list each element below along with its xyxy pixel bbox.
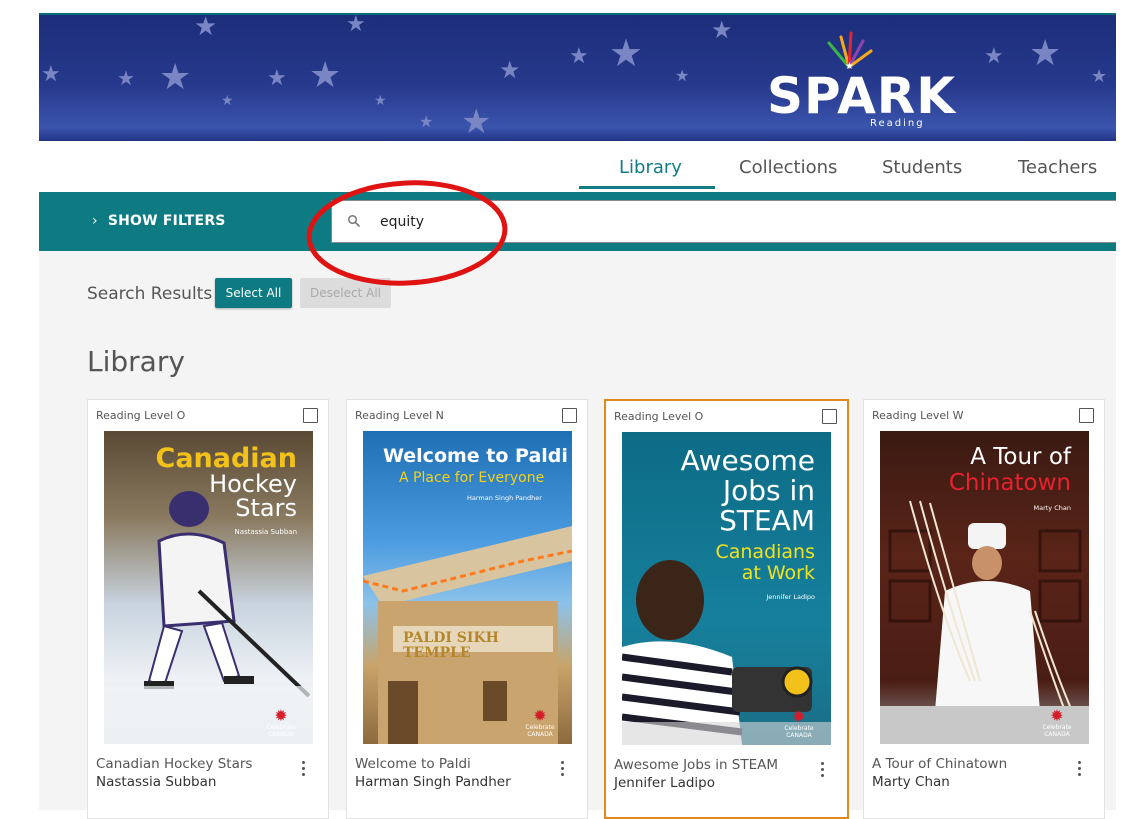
more-options-icon[interactable]: [1078, 761, 1082, 777]
show-filters-label: SHOW FILTERS: [107, 213, 226, 229]
active-tab-indicator: [579, 186, 715, 189]
cover-title-line: Awesome: [680, 444, 815, 477]
search-icon: [347, 214, 360, 227]
filter-bar: › SHOW FILTERS: [39, 192, 1116, 251]
more-options-icon[interactable]: [561, 761, 565, 777]
star-icon: ★: [194, 13, 218, 41]
content-area: Search Results Select All Deselect All L…: [39, 251, 1116, 819]
cover-title-line: Welcome to Paldi: [383, 445, 568, 467]
book-cover[interactable]: Welcome to Paldi A Place for Everyone Ha…: [363, 431, 572, 744]
celebrate-canada-badge: ✹ Celebrate CANADA: [522, 706, 558, 739]
tab-collections[interactable]: Collections: [739, 157, 837, 178]
book-author: Jennifer Ladipo: [614, 775, 715, 791]
deselect-all-button[interactable]: Deselect All: [300, 278, 391, 308]
maple-leaf-icon: ✹: [533, 706, 547, 725]
main-nav: Library Collections Students Teachers: [39, 141, 1116, 192]
star-icon: ★: [984, 43, 1004, 68]
library-heading: Library: [87, 344, 185, 378]
book-card[interactable]: Reading Level W A Tour of Chinatown Mart…: [863, 399, 1105, 819]
star-icon: ★: [346, 13, 366, 36]
logo-subtitle: Reading: [870, 118, 925, 129]
book-author: Marty Chan: [872, 774, 950, 790]
celebrate-canada-badge: ✹ Celebrate CANADA: [263, 706, 299, 739]
book-checkbox[interactable]: [303, 408, 318, 423]
search-results-label: Search Results: [87, 284, 213, 304]
book-card[interactable]: Reading Level N Welcome to Paldi A Place…: [346, 399, 588, 819]
select-all-button[interactable]: Select All: [215, 278, 292, 308]
book-title[interactable]: A Tour of Chinatown: [872, 756, 1007, 772]
star-icon: ★: [1029, 32, 1062, 73]
book-checkbox[interactable]: [822, 409, 837, 424]
search-input[interactable]: [380, 210, 980, 234]
star-icon: ★: [675, 68, 690, 85]
chevron-right-icon: ›: [92, 213, 98, 229]
star-icon: ★: [374, 92, 387, 108]
book-author: Nastassia Subban: [96, 774, 217, 790]
book-card[interactable]: Reading Level O Canadian Hockey Stars Na…: [87, 399, 329, 819]
cover-author: Jennifer Ladipo: [766, 593, 815, 601]
cover-author: Harman Singh Pandher: [467, 494, 542, 502]
tab-teachers[interactable]: Teachers: [1018, 157, 1097, 178]
reading-level: Reading Level O: [96, 409, 186, 422]
maple-leaf-icon: ✹: [792, 707, 806, 726]
star-icon: ★: [711, 17, 733, 44]
sign-text: PALDI SIKH TEMPLE: [403, 630, 499, 661]
reading-level: Reading Level W: [872, 409, 964, 422]
star-icon: ★: [1091, 66, 1108, 86]
cover-title-line: Chinatown: [948, 470, 1071, 496]
book-checkbox[interactable]: [1079, 408, 1094, 423]
book-cover[interactable]: Canadian Hockey Stars Nastassia Subban ✹…: [104, 431, 313, 744]
celebrate-canada-badge: ✹ Celebrate CANADA: [1039, 706, 1075, 739]
book-title[interactable]: Canadian Hockey Stars: [96, 756, 252, 772]
search-box[interactable]: [331, 200, 1116, 243]
maple-leaf-icon: ✹: [1050, 706, 1064, 725]
star-icon: ★: [221, 92, 234, 108]
logo-text: SPARK: [767, 67, 957, 125]
book-author: Harman Singh Pandher: [355, 774, 511, 790]
fireworks-icon: ★: [827, 31, 873, 69]
tab-students[interactable]: Students: [882, 157, 962, 178]
cover-title-line: Canadians: [715, 541, 815, 563]
star-icon: ★: [159, 56, 192, 97]
book-cover[interactable]: Awesome Jobs in STEAM Canadians at Work …: [622, 432, 831, 745]
star-icon: ★: [267, 65, 287, 90]
book-checkbox[interactable]: [562, 408, 577, 423]
cover-title-line: at Work: [741, 562, 815, 584]
star-icon: ★: [41, 61, 61, 86]
book-title[interactable]: Welcome to Paldi: [355, 756, 471, 772]
star-icon: ★: [569, 43, 589, 68]
star-icon: ★: [461, 103, 492, 141]
cover-title-line: Jobs in: [722, 474, 815, 507]
cover-title-line: A Tour of: [970, 444, 1071, 470]
cover-title-line: A Place for Everyone: [399, 470, 545, 486]
star-icon: ★: [419, 114, 434, 131]
cover-title-line: Stars: [235, 494, 297, 522]
book-card[interactable]: Reading Level O Awesome Jobs in STEAM Ca…: [604, 399, 849, 819]
book-title[interactable]: Awesome Jobs in STEAM: [614, 757, 778, 773]
show-filters-toggle[interactable]: › SHOW FILTERS: [92, 213, 226, 229]
cover-title-line: STEAM: [719, 504, 815, 537]
maple-leaf-icon: ✹: [274, 706, 288, 725]
book-cover[interactable]: A Tour of Chinatown Marty Chan ✹ Celebrat…: [880, 431, 1089, 744]
reading-level: Reading Level O: [614, 410, 704, 423]
celebrate-canada-badge: ✹ Celebrate CANADA: [781, 707, 817, 740]
cover-author: Marty Chan: [1033, 504, 1072, 512]
more-options-icon[interactable]: [821, 762, 825, 778]
star-icon: ★: [499, 57, 521, 84]
header-banner: ★ ★ ★ ★ ★ ★ ★ ★ ★ ★ ★ ★ ★ ★ ★ ★ ★ ★ ★ ★ …: [39, 13, 1116, 143]
star-icon: ★: [309, 54, 342, 95]
star-icon: ★: [117, 68, 135, 90]
reading-level: Reading Level N: [355, 409, 444, 422]
more-options-icon[interactable]: [302, 761, 306, 777]
spark-logo: ★ SPARK Reading: [767, 31, 955, 137]
tab-library[interactable]: Library: [619, 157, 682, 178]
cover-author: Nastassia Subban: [234, 528, 297, 536]
star-icon: ★: [609, 33, 644, 75]
